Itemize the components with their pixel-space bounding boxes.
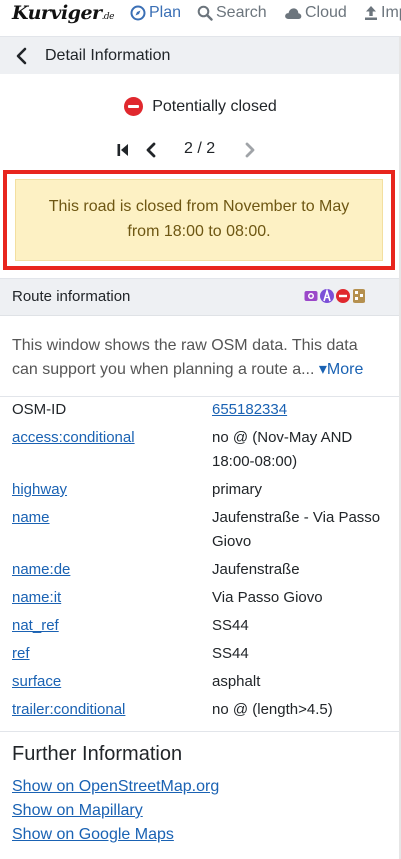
tag-key-link[interactable]: name xyxy=(12,506,50,530)
detail-header: Detail Information xyxy=(0,36,401,74)
more-label: More xyxy=(326,361,364,378)
divider xyxy=(0,396,401,397)
back-arrow-icon[interactable] xyxy=(14,47,30,65)
nav-cloud[interactable]: Cloud xyxy=(284,4,347,22)
tag-key-link[interactable]: name:de xyxy=(12,558,70,582)
nav-plan-label: Plan xyxy=(149,4,182,21)
further-info-heading: Further Information xyxy=(12,743,183,765)
route-icons xyxy=(304,289,366,303)
tag-value: SS44 xyxy=(212,617,249,634)
tag-key-link[interactable]: ref xyxy=(12,642,30,666)
tag-key-link[interactable]: highway xyxy=(12,478,67,502)
search-icon xyxy=(197,5,213,21)
nav-import[interactable]: Imp xyxy=(364,4,401,22)
tag-key-link[interactable]: name:it xyxy=(12,586,61,610)
next-page-icon[interactable] xyxy=(242,141,258,159)
tag-key-link[interactable]: trailer:conditional xyxy=(12,698,125,722)
tag-value: no @ (length>4.5) xyxy=(212,701,333,718)
cloud-icon xyxy=(285,8,302,19)
toll-icon[interactable] xyxy=(304,289,318,303)
route-info-bar: Route information xyxy=(0,278,401,316)
nav-plan[interactable]: Plan xyxy=(130,4,181,22)
no-entry-icon xyxy=(124,97,144,116)
previous-page-icon[interactable] xyxy=(143,141,159,159)
tag-value: Via Passo Giovo xyxy=(212,589,323,606)
more-link[interactable]: ▾More xyxy=(319,361,363,378)
status-text: Potentially closed xyxy=(152,97,277,115)
alert-line-1: This road is closed from November to May xyxy=(48,198,350,215)
compass-icon xyxy=(130,5,146,21)
tag-value: asphalt xyxy=(212,673,261,690)
mapillary-link[interactable]: Show on Mapillary xyxy=(12,802,143,820)
top-navigation: Kurviger.de Plan Search Cloud Imp xyxy=(0,0,401,28)
nav-cloud-label: Cloud xyxy=(305,4,347,21)
tag-value: Jaufenstraße xyxy=(212,561,300,578)
alert-line-2: from 18:00 to 08:00. xyxy=(127,223,271,240)
osm-link[interactable]: Show on OpenStreetMap.org xyxy=(12,778,219,796)
logo-text: Kurviger xyxy=(12,2,102,24)
tag-key-link[interactable]: nat_ref xyxy=(12,614,59,638)
pager: 2 / 2 xyxy=(0,139,401,161)
osm-id-link[interactable]: 655182334 xyxy=(212,398,392,422)
caret-down-icon: ▾ xyxy=(318,361,327,378)
google-maps-link[interactable]: Show on Google Maps xyxy=(12,826,174,844)
nav-search-label: Search xyxy=(216,4,267,21)
tag-key: OSM-ID xyxy=(12,401,67,418)
tag-key-link[interactable]: access:conditional xyxy=(12,426,135,450)
closure-alert: This road is closed from November to May… xyxy=(15,179,383,261)
tag-value: SS44 xyxy=(212,645,249,662)
divider xyxy=(0,731,401,732)
logo-suffix: .de xyxy=(101,12,115,22)
road-type-icon[interactable] xyxy=(320,289,334,303)
upload-icon xyxy=(365,6,377,20)
highlight-frame: This road is closed from November to May… xyxy=(3,170,395,270)
surface-icon[interactable] xyxy=(352,289,366,303)
description-text: This window shows the raw OSM data. This… xyxy=(12,337,358,378)
tag-value: no @ (Nov-May AND 18:00-08:00) xyxy=(212,429,353,470)
closure-status: Potentially closed xyxy=(0,97,401,116)
tag-value: primary xyxy=(212,481,263,498)
page-title: Detail Information xyxy=(45,47,171,64)
tag-key-link[interactable]: surface xyxy=(12,670,61,694)
kurviger-logo[interactable]: Kurviger.de xyxy=(12,2,115,24)
route-info-title: Route information xyxy=(12,288,131,305)
nav-search[interactable]: Search xyxy=(197,4,267,22)
page-indicator: 2 / 2 xyxy=(184,140,216,157)
raw-osm-description: This window shows the raw OSM data. This… xyxy=(12,334,382,382)
closed-icon[interactable] xyxy=(336,289,350,303)
tag-value: Jaufenstraße - Via Passo Giovo xyxy=(212,509,381,550)
first-page-icon[interactable] xyxy=(115,141,131,159)
nav-import-label: Imp xyxy=(381,4,401,21)
